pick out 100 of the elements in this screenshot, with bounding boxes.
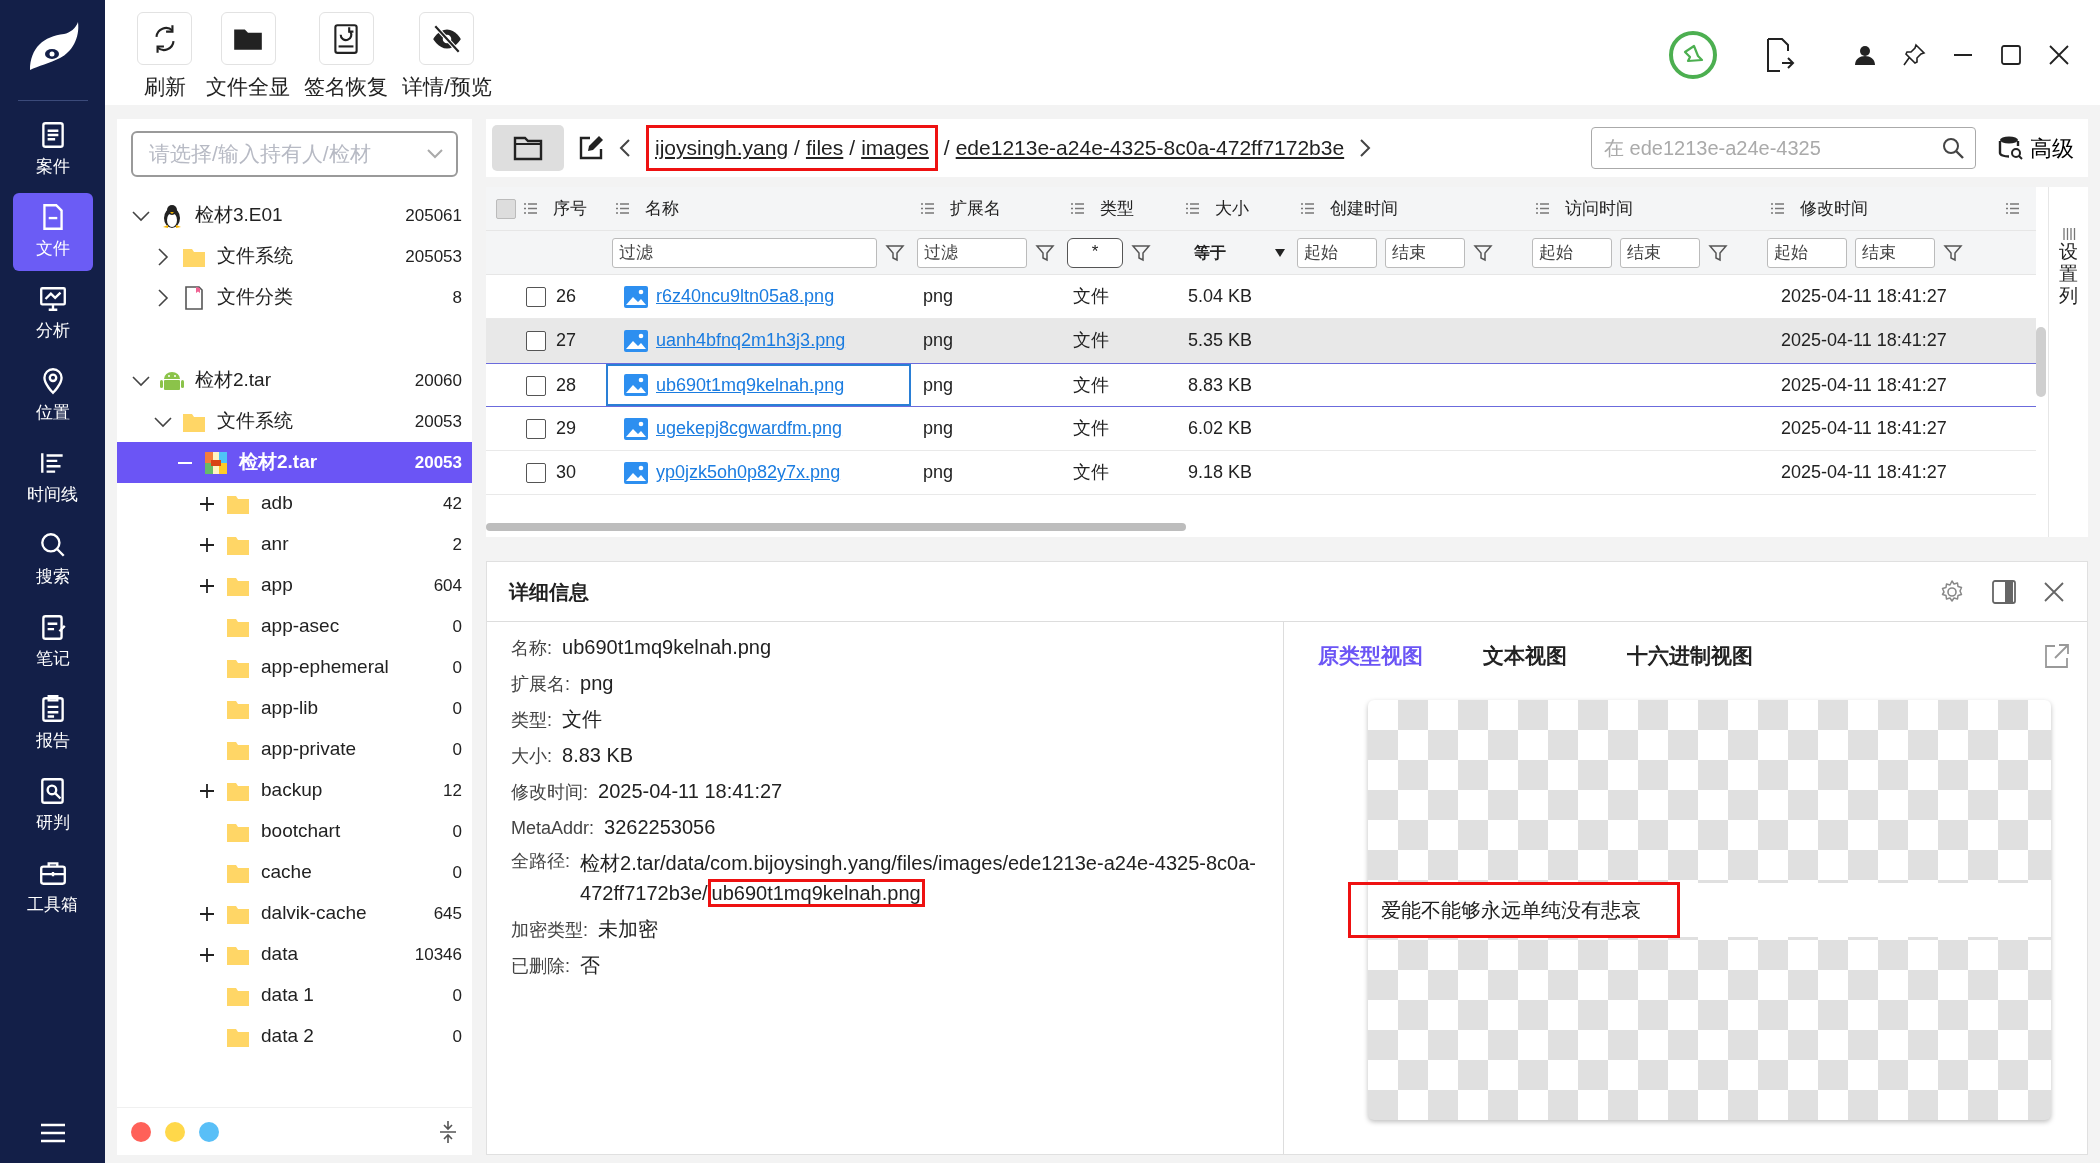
name-cell[interactable]: ub690t1mq9kelnah.png	[606, 364, 911, 406]
table-row[interactable]: 30 yp0jzk5oh0p82y7x.png png 文件 9.18 KB 2025-04-11 18:41:27	[486, 451, 2036, 495]
filter-field[interactable]: 结束	[1855, 237, 1935, 268]
plus-icon[interactable]	[199, 577, 215, 594]
tree-item[interactable]: app-lib 0	[117, 688, 472, 729]
column-header[interactable]: 类型	[1061, 195, 1176, 222]
chevron-right-icon[interactable]	[1358, 137, 1373, 159]
filter-icon[interactable]	[1131, 242, 1151, 263]
plus-icon[interactable]	[199, 495, 215, 512]
file-link[interactable]: ub690t1mq9kelnah.png	[656, 371, 845, 399]
nav-item[interactable]: 案件	[12, 111, 93, 189]
row-checkbox[interactable]	[526, 287, 546, 308]
advanced-search-button[interactable]: 高级	[1990, 131, 2082, 165]
tree-item[interactable]: data 10346	[117, 934, 472, 975]
scrollbar[interactable]	[2036, 327, 2046, 397]
tree-item[interactable]: cache 0	[117, 852, 472, 893]
edit-icon[interactable]	[578, 135, 604, 161]
tree-item[interactable]: 文件分类 8	[117, 277, 472, 318]
file-link[interactable]: uanh4bfnq2m1h3j3.png	[656, 327, 846, 354]
size-filter-select[interactable]: 等于	[1194, 240, 1226, 265]
tree-item[interactable]: data 2 0	[117, 1016, 472, 1057]
filter-icon[interactable]	[1708, 242, 1728, 263]
tree-item[interactable]: anr 2	[117, 524, 472, 565]
breadcrumb-link[interactable]: files	[805, 132, 844, 164]
tree-item[interactable]: app 604	[117, 565, 472, 606]
nav-item[interactable]: 搜索	[12, 521, 93, 599]
filter-field[interactable]: 起始	[1532, 237, 1612, 268]
plus-icon[interactable]	[199, 905, 215, 922]
filter-field[interactable]: 起始	[1297, 237, 1377, 268]
breadcrumb-link[interactable]: images	[861, 132, 929, 164]
name-cell[interactable]: yp0jzk5oh0p82y7x.png	[606, 451, 911, 494]
folder-view-button[interactable]	[492, 125, 564, 171]
plus-icon[interactable]	[199, 782, 215, 799]
filter-field[interactable]: 起始	[1767, 237, 1847, 268]
column-settings-button[interactable]: 设置列	[2048, 187, 2088, 537]
plus-icon[interactable]	[199, 946, 215, 963]
collapse-icon[interactable]	[438, 1118, 458, 1145]
maximize-icon[interactable]	[2000, 44, 2022, 66]
color-tag-dot[interactable]	[165, 1121, 185, 1142]
dropdown-caret-icon[interactable]	[1275, 248, 1285, 257]
nav-item[interactable]: 分析	[12, 275, 93, 353]
filter-field[interactable]: 过滤	[612, 237, 877, 268]
name-cell[interactable]: uanh4bfnq2m1h3j3.png	[606, 319, 911, 362]
tree-item[interactable]: 检材2.tar 20060	[117, 360, 472, 401]
row-checkbox[interactable]	[526, 331, 546, 352]
column-header[interactable]: 大小	[1176, 195, 1291, 222]
column-header[interactable]: 创建时间	[1291, 195, 1526, 222]
column-header[interactable]: 访问时间	[1526, 195, 1761, 222]
user-icon[interactable]	[1854, 44, 1876, 66]
toolbar-button[interactable]: 详情/预览	[398, 12, 496, 103]
scrollbar[interactable]	[486, 523, 1186, 531]
nav-item[interactable]: 研判	[12, 767, 93, 845]
breadcrumb-link[interactable]: ijoysingh.yang	[655, 132, 789, 164]
select-all-checkbox[interactable]	[496, 198, 516, 219]
tree-item[interactable]: 检材2.tar 20053	[117, 442, 472, 483]
file-link[interactable]: r6z40ncu9ltn05a8.png	[656, 283, 835, 310]
chevron-left-icon[interactable]	[618, 137, 632, 159]
nav-item[interactable]: 笔记	[12, 603, 93, 681]
filter-field[interactable]: 过滤	[917, 237, 1027, 268]
tree-item[interactable]: 检材3.E01 205061	[117, 195, 472, 236]
row-checkbox[interactable]	[526, 375, 546, 396]
row-checkbox[interactable]	[526, 419, 546, 440]
file-link[interactable]: yp0jzk5oh0p82y7x.png	[656, 459, 841, 486]
nav-item[interactable]: 报告	[12, 685, 93, 763]
column-header[interactable]: 序号	[486, 195, 606, 222]
toolbar-button[interactable]: 文件全显	[202, 12, 294, 103]
column-header[interactable]: 扩展名	[911, 195, 1061, 222]
pin-icon[interactable]	[1902, 43, 1926, 67]
settings-icon[interactable]	[1939, 578, 1965, 605]
menu-icon[interactable]	[38, 1121, 67, 1145]
view-tab[interactable]: 文本视图	[1483, 640, 1567, 672]
color-tag-dot[interactable]	[199, 1121, 219, 1142]
tree-item[interactable]: 文件系统 20053	[117, 401, 472, 442]
filter-field[interactable]: 结束	[1385, 237, 1465, 268]
filter-icon[interactable]	[1943, 242, 1963, 263]
filter-icon[interactable]	[885, 242, 905, 263]
view-tab[interactable]: 原类型视图	[1318, 640, 1423, 672]
nav-item[interactable]: 位置	[12, 357, 93, 435]
owner-select[interactable]: 请选择/输入持有人/检材	[131, 131, 458, 177]
tree-item[interactable]: dalvik-cache 645	[117, 893, 472, 934]
file-link[interactable]: ugekepj8cgwardfm.png	[656, 415, 843, 442]
color-tag-dot[interactable]	[131, 1121, 151, 1142]
view-tab[interactable]: 十六进制视图	[1627, 640, 1753, 672]
column-header[interactable]: 名称	[606, 195, 911, 222]
nav-item[interactable]: 文件	[12, 193, 93, 271]
table-row[interactable]: 28 ub690t1mq9kelnah.png png 文件 8.83 KB 2025-04-11 18:41:27	[486, 363, 2036, 407]
breadcrumb-link[interactable]: ede1213e-a24e-4325-8c0a-472ff7172b3e	[955, 132, 1345, 164]
tree-item[interactable]: bootchart 0	[117, 811, 472, 852]
tree-item[interactable]: app-asec 0	[117, 606, 472, 647]
table-row[interactable]: 29 ugekepj8cgwardfm.png png 文件 6.02 KB 2025-04-11 18:41:27	[486, 407, 2036, 451]
table-row[interactable]: 27 uanh4bfnq2m1h3j3.png png 文件 5.35 KB 2025-04-11 18:41:27	[486, 319, 2036, 363]
tree-item[interactable]: app-ephemeral 0	[117, 647, 472, 688]
bell-icon[interactable]	[1668, 30, 1718, 80]
type-filter-select[interactable]: *	[1067, 237, 1123, 268]
toolbar-button[interactable]: 签名恢复	[300, 12, 392, 103]
tree-item[interactable]: backup 12	[117, 770, 472, 811]
tree-item[interactable]: data 1 0	[117, 975, 472, 1016]
filter-field[interactable]: 结束	[1620, 237, 1700, 268]
tree-item[interactable]: adb 42	[117, 483, 472, 524]
tree-item[interactable]: 文件系统 205053	[117, 236, 472, 277]
